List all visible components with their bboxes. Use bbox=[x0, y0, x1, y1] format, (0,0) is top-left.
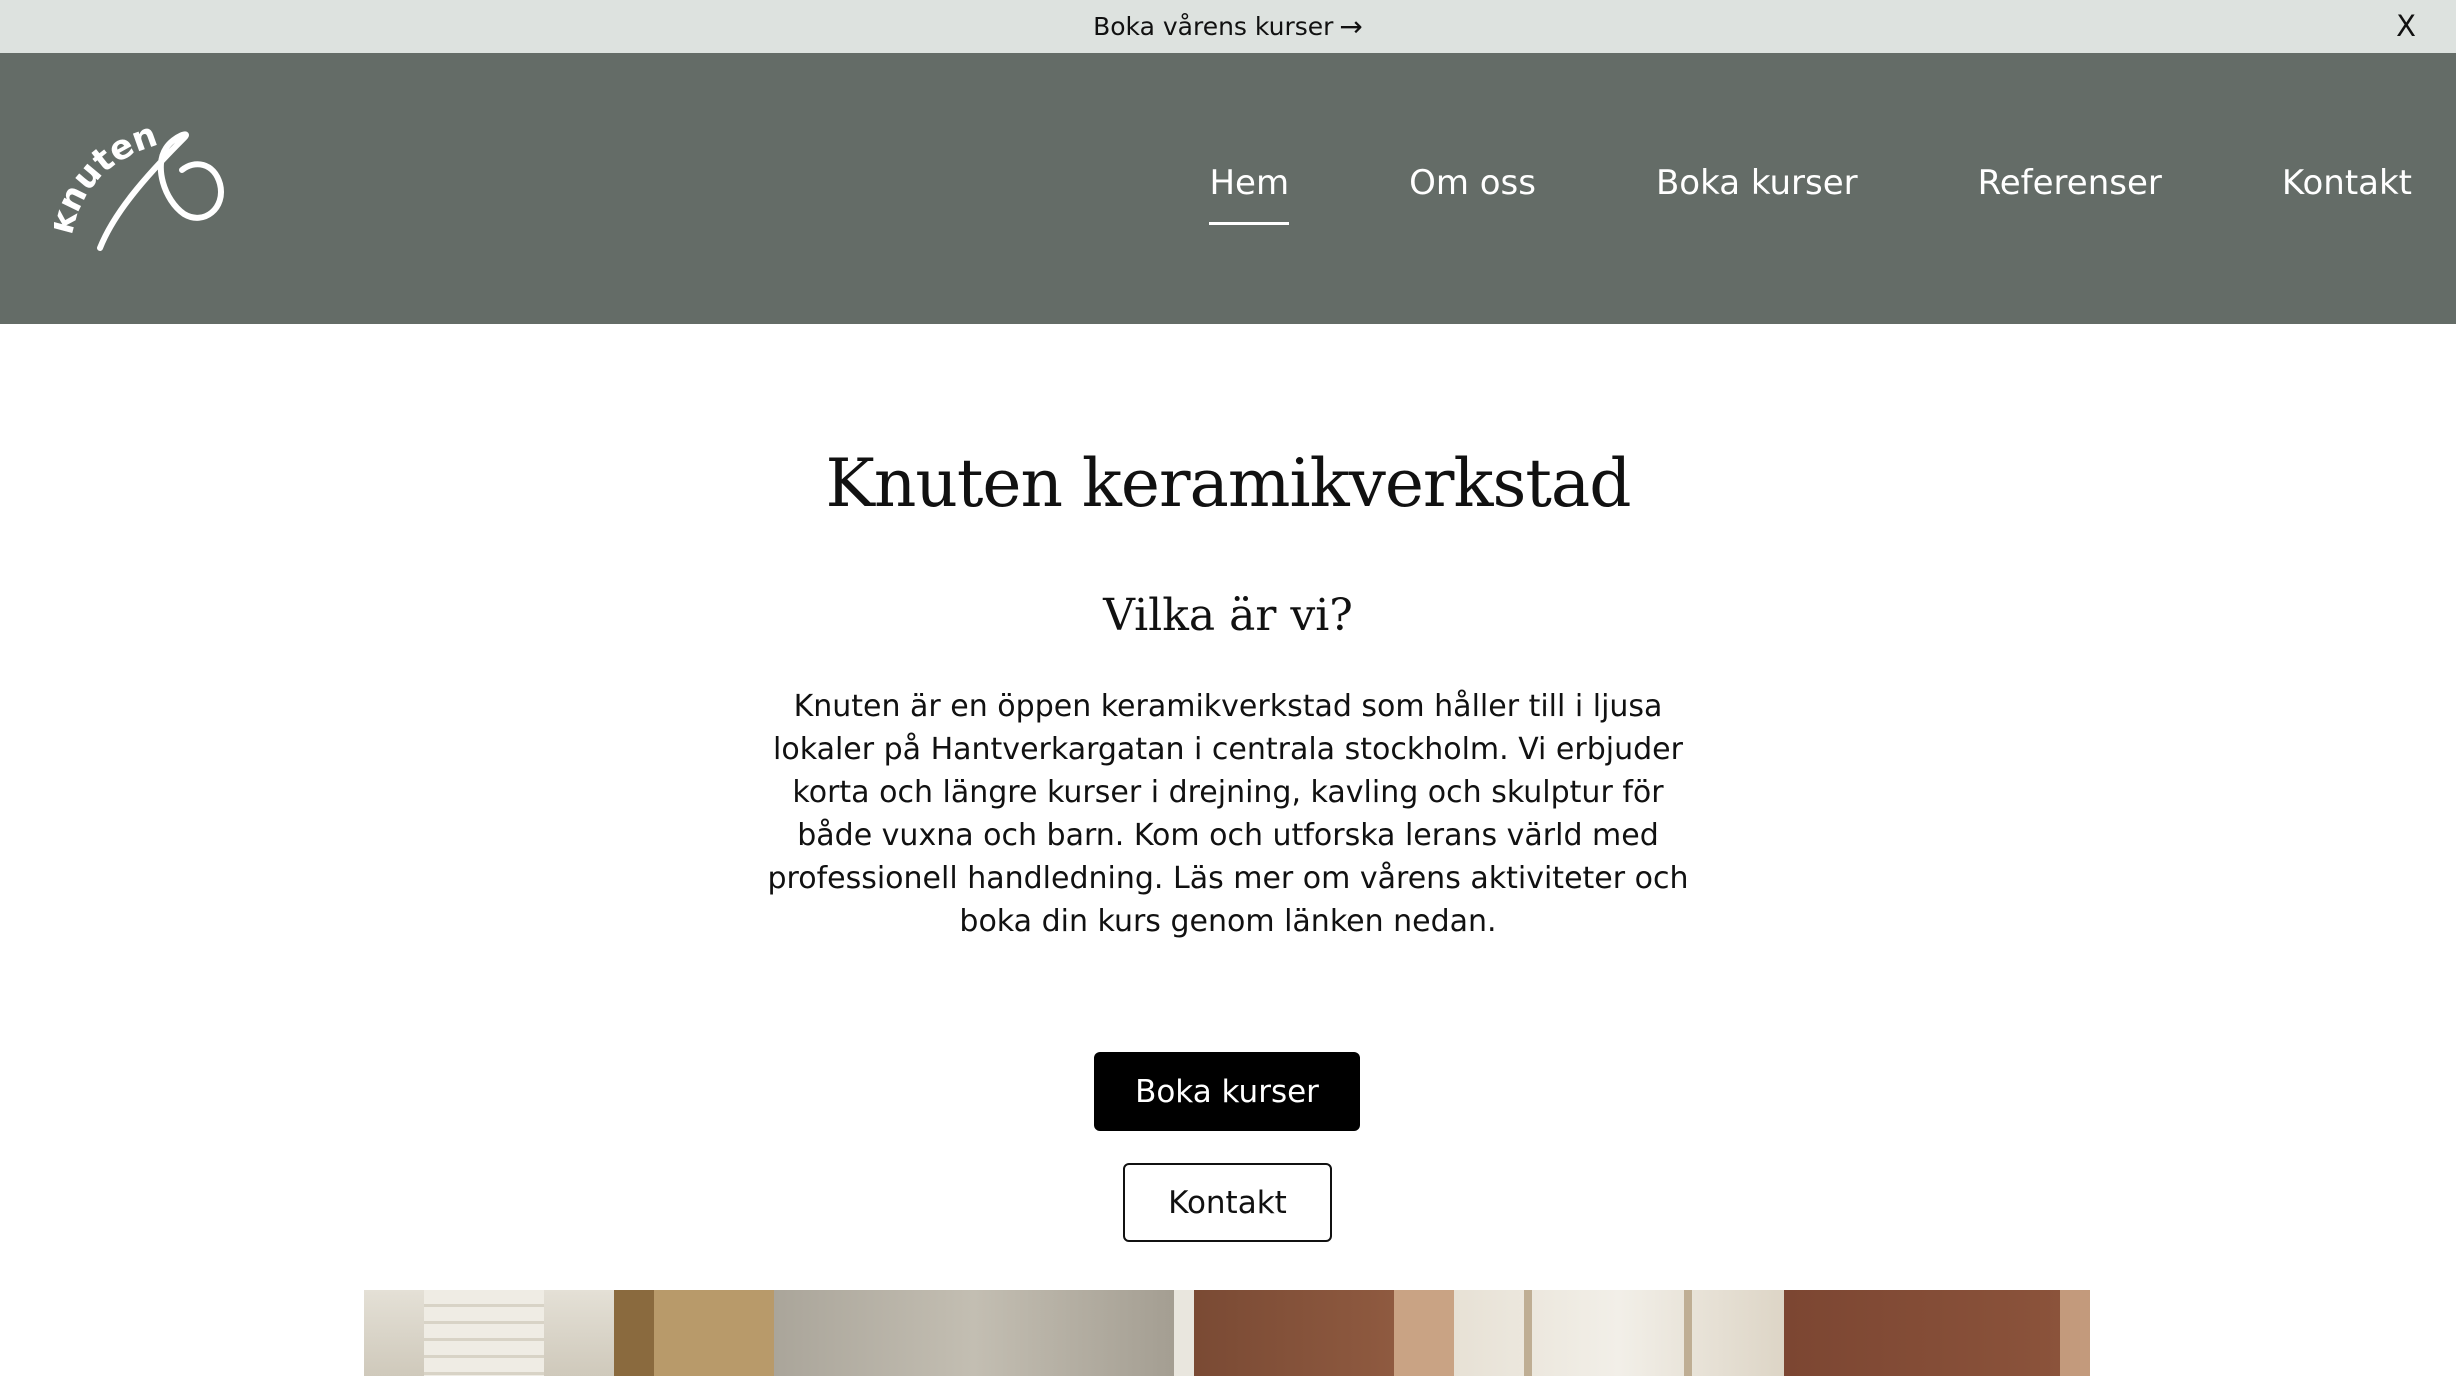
page-title: Knuten keramikverkstad bbox=[825, 445, 1632, 522]
arrow-right-icon: → bbox=[1339, 9, 1363, 43]
contact-button[interactable]: Kontakt bbox=[1123, 1163, 1332, 1242]
main-nav: Hem Om oss Boka kurser Referenser Kontak… bbox=[1209, 163, 2412, 225]
site-header: knuten Hem Om oss Boka kurser Referenser… bbox=[0, 53, 2456, 324]
nav-item-om-oss[interactable]: Om oss bbox=[1409, 163, 1536, 203]
workshop-photo bbox=[364, 1290, 2090, 1376]
nav-item-hem[interactable]: Hem bbox=[1209, 163, 1289, 225]
intro-text: Knuten är en öppen keramikverkstad som h… bbox=[767, 689, 1689, 939]
section-subtitle: Vilka är vi? bbox=[1103, 590, 1353, 641]
book-courses-button[interactable]: Boka kurser bbox=[1094, 1052, 1360, 1131]
knuten-logo-icon: knuten bbox=[42, 115, 224, 251]
nav-item-kontakt[interactable]: Kontakt bbox=[2282, 163, 2412, 203]
nav-item-boka-kurser[interactable]: Boka kurser bbox=[1656, 163, 1858, 203]
nav-item-referenser[interactable]: Referenser bbox=[1978, 163, 2162, 203]
announcement-bar: Boka vårens kurser → X bbox=[0, 0, 2456, 53]
close-announcement-button[interactable]: X bbox=[2396, 10, 2416, 43]
announcement-text: Boka vårens kurser bbox=[1093, 12, 1334, 41]
knuten-logo[interactable]: knuten bbox=[42, 115, 234, 253]
announcement-link[interactable]: Boka vårens kurser → bbox=[0, 0, 2456, 53]
